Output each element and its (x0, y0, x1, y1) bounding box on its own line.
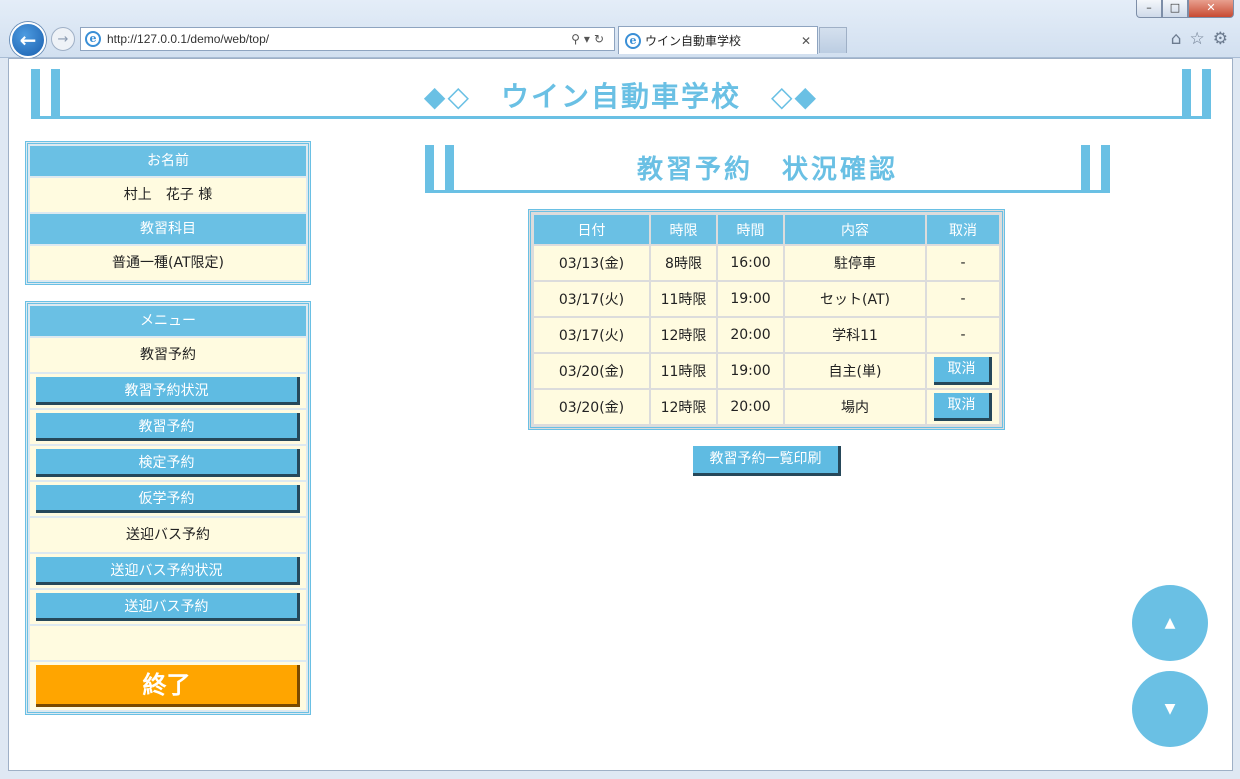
cell-cancel: - (927, 318, 999, 352)
cell-period: 11時限 (651, 354, 716, 388)
maximize-button[interactable]: □ (1162, 0, 1188, 18)
browser-tab[interactable]: e ウイン自動車学校 ✕ (618, 26, 818, 54)
settings-gear-icon[interactable]: ⚙ (1213, 29, 1228, 49)
course-header: 教習科目 (30, 214, 306, 244)
forward-button[interactable]: → (51, 27, 75, 51)
menu-provisional-reserve-button[interactable]: 仮学予約 (36, 485, 300, 513)
cell-date: 03/13(金) (534, 246, 649, 280)
menu-section-lesson: 教習予約 (30, 338, 306, 372)
tab-favicon-icon: e (625, 32, 641, 49)
menu-section-bus: 送迎バス予約 (30, 518, 306, 552)
cell-cancel: - (927, 246, 999, 280)
cell-cancel: - (927, 282, 999, 316)
triangle-down-icon: ▼ (1164, 701, 1176, 717)
user-name: 村上 花子 様 (30, 178, 306, 212)
triangle-up-icon: ▲ (1164, 615, 1176, 631)
cell-cancel: 取消 (927, 354, 999, 388)
minimize-button[interactable]: – (1136, 0, 1162, 18)
cell-cancel: 取消 (927, 390, 999, 424)
cell-content: 自主(単) (785, 354, 925, 388)
address-bar[interactable]: e http://127.0.0.1/demo/web/top/ ⚲▾↻ (80, 27, 615, 51)
col-content-header: 内容 (785, 215, 925, 244)
table-header-row: 日付 時限 時間 内容 取消 (534, 215, 999, 244)
cell-time: 16:00 (718, 246, 783, 280)
cell-period: 8時限 (651, 246, 716, 280)
course-value: 普通一種(AT限定) (30, 246, 306, 280)
cell-content: セット(AT) (785, 282, 925, 316)
page-viewport: ◆◇ ウイン自動車学校 ◇◆ お名前 村上 花子 様 教習科目 普通一種(AT限… (8, 58, 1233, 771)
address-actions[interactable]: ⚲▾↻ (571, 32, 608, 46)
col-time-header: 時間 (718, 215, 783, 244)
scroll-down-button[interactable]: ▼ (1132, 671, 1208, 747)
tab-title: ウイン自動車学校 (645, 34, 742, 48)
table-row: 03/17(火) 12時限 20:00 学科11 - (534, 318, 999, 352)
print-list-button[interactable]: 教習予約一覧印刷 (693, 446, 841, 476)
toolbar-icons: ⌂ ☆ ⚙ (1171, 29, 1228, 49)
name-header: お名前 (30, 146, 306, 176)
refresh-icon[interactable]: ↻ (594, 32, 608, 46)
cell-period: 12時限 (651, 318, 716, 352)
cell-time: 20:00 (718, 318, 783, 352)
table-row: 03/20(金) 12時限 20:00 場内 取消 (534, 390, 999, 424)
cell-time: 19:00 (718, 282, 783, 316)
search-icon[interactable]: ⚲ (571, 32, 584, 46)
banner-underline (31, 116, 1211, 119)
reservation-table: 日付 時限 時間 内容 取消 03/13(金) 8時限 16:00 駐停車 - … (528, 209, 1005, 430)
url-text[interactable]: http://127.0.0.1/demo/web/top/ (107, 32, 571, 46)
dropdown-icon[interactable]: ▾ (584, 32, 594, 46)
table-row: 03/20(金) 11時限 19:00 自主(単) 取消 (534, 354, 999, 388)
site-title: ◆◇ ウイン自動車学校 ◇◆ (423, 80, 819, 113)
arrow-left-icon: ← (19, 28, 37, 52)
table-row: 03/17(火) 11時限 19:00 セット(AT) - (534, 282, 999, 316)
cell-date: 03/17(火) (534, 282, 649, 316)
menu-bus-reserve-button[interactable]: 送迎バス予約 (36, 593, 300, 621)
menu-lesson-reserve-button[interactable]: 教習予約 (36, 413, 300, 441)
close-tab-icon[interactable]: ✕ (801, 34, 811, 48)
menu-bus-status-button[interactable]: 送迎バス予約状況 (36, 557, 300, 585)
back-button[interactable]: ← (10, 22, 46, 58)
cell-date: 03/17(火) (534, 318, 649, 352)
cell-content: 場内 (785, 390, 925, 424)
scroll-up-button[interactable]: ▲ (1132, 585, 1208, 661)
new-tab-button[interactable] (819, 27, 847, 53)
browser-chrome: – □ ✕ ← → e http://127.0.0.1/demo/web/to… (0, 0, 1240, 58)
cell-time: 19:00 (718, 354, 783, 388)
cell-content: 学科11 (785, 318, 925, 352)
ie-logo-icon: e (85, 31, 101, 47)
col-date-header: 日付 (534, 215, 649, 244)
cell-content: 駐停車 (785, 246, 925, 280)
end-button[interactable]: 終了 (36, 665, 300, 707)
menu-panel: メニュー 教習予約 教習予約状況 教習予約 検定予約 仮学予約 送迎バス予約 送… (25, 301, 311, 715)
section-underline (425, 190, 1110, 193)
col-period-header: 時限 (651, 215, 716, 244)
cell-period: 12時限 (651, 390, 716, 424)
close-window-button[interactable]: ✕ (1188, 0, 1234, 18)
table-row: 03/13(金) 8時限 16:00 駐停車 - (534, 246, 999, 280)
section-header: 教習予約 状況確認 (425, 145, 1110, 193)
col-cancel-header: 取消 (927, 215, 999, 244)
cell-time: 20:00 (718, 390, 783, 424)
cell-date: 03/20(金) (534, 390, 649, 424)
section-title: 教習予約 状況確認 (636, 155, 898, 185)
user-info-panel: お名前 村上 花子 様 教習科目 普通一種(AT限定) (25, 141, 311, 285)
menu-exam-reserve-button[interactable]: 検定予約 (36, 449, 300, 477)
home-icon[interactable]: ⌂ (1171, 29, 1182, 49)
cancel-button[interactable]: 取消 (934, 393, 992, 421)
window-controls: – □ ✕ (1136, 0, 1234, 20)
menu-header: メニュー (30, 306, 306, 336)
favorites-star-icon[interactable]: ☆ (1190, 29, 1205, 49)
arrow-right-icon: → (57, 31, 69, 47)
menu-lesson-status-button[interactable]: 教習予約状況 (36, 377, 300, 405)
cell-period: 11時限 (651, 282, 716, 316)
cancel-button[interactable]: 取消 (934, 357, 992, 385)
site-banner: ◆◇ ウイン自動車学校 ◇◆ (31, 69, 1211, 119)
menu-spacer (30, 626, 306, 660)
cell-date: 03/20(金) (534, 354, 649, 388)
